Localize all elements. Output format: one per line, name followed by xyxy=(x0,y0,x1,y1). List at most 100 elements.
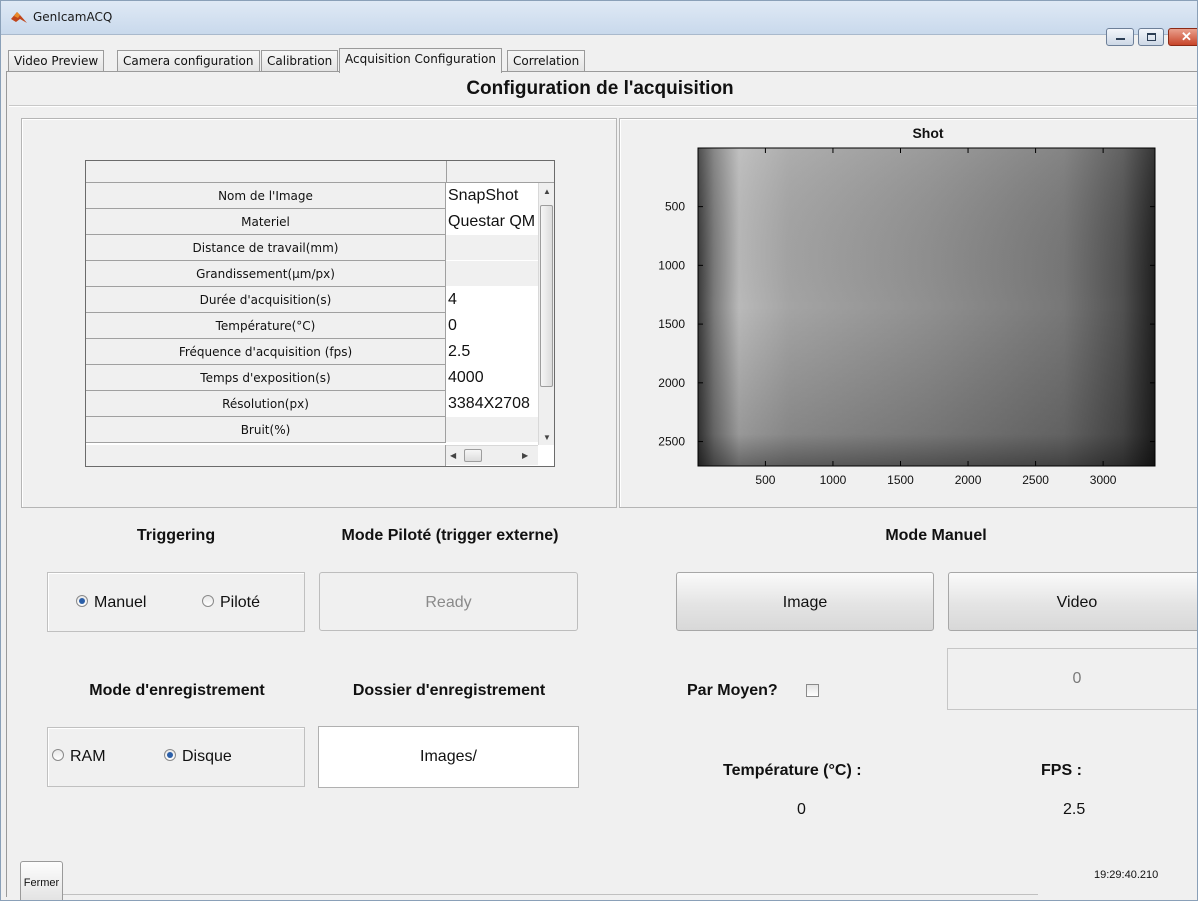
y-tick-label: 2000 xyxy=(658,376,685,390)
param-value[interactable]: 2.5 xyxy=(446,339,538,365)
triggering-title: Triggering xyxy=(136,527,216,544)
radio-manuel[interactable]: Manuel xyxy=(76,594,146,612)
scrollbar-thumb[interactable] xyxy=(540,205,553,387)
maximize-button[interactable] xyxy=(1138,28,1164,46)
table-row[interactable]: Résolution(px) 3384X2708 xyxy=(86,391,538,417)
x-tick-label: 1000 xyxy=(820,473,847,487)
divider xyxy=(63,894,1038,895)
param-value[interactable] xyxy=(446,261,538,287)
param-label: Durée d'acquisition(s) xyxy=(86,287,446,313)
y-tick-label: 1000 xyxy=(658,258,685,272)
video-button[interactable]: Video xyxy=(948,572,1197,631)
triggering-group: Manuel Piloté xyxy=(47,572,305,632)
x-tick-label: 1500 xyxy=(887,473,914,487)
radio-selected-icon xyxy=(164,749,176,761)
param-label: Nom de l'Image xyxy=(86,183,446,209)
scroll-down-icon[interactable]: ▼ xyxy=(543,433,551,442)
recording-mode-title: Mode d'enregistrement xyxy=(89,682,265,699)
table-header xyxy=(86,161,554,183)
param-value[interactable] xyxy=(446,417,538,443)
x-tick-label: 2000 xyxy=(955,473,982,487)
frame-count-field[interactable]: 0 xyxy=(947,648,1197,710)
param-label: Fréquence d'acquisition (fps) xyxy=(86,339,446,365)
param-label: Résolution(px) xyxy=(86,391,446,417)
radio-unselected-icon xyxy=(202,595,214,607)
param-label: Température(°C) xyxy=(86,313,446,339)
par-moyen-checkbox[interactable] xyxy=(806,684,819,697)
y-tick-label: 2500 xyxy=(658,435,685,449)
tab-camera-configuration[interactable]: Camera configuration xyxy=(117,50,260,72)
title-bar: GenIcamACQ xyxy=(1,1,1197,35)
tab-video-preview[interactable]: Video Preview xyxy=(8,50,105,72)
radio-pilote[interactable]: Piloté xyxy=(202,594,260,612)
param-label: Distance de travail(mm) xyxy=(86,235,446,261)
param-value[interactable]: 0 xyxy=(446,313,538,339)
y-tick-label: 1500 xyxy=(658,317,685,331)
folder-input[interactable]: Images/ xyxy=(318,726,579,788)
scroll-right-icon[interactable]: ▶ xyxy=(522,451,528,460)
param-label: Grandissement(µm/px) xyxy=(86,261,446,287)
table-row[interactable]: Distance de travail(mm) xyxy=(86,235,538,261)
table-row[interactable]: Bruit(%) xyxy=(86,417,538,443)
table-row[interactable]: Temps d'exposition(s) 4000 xyxy=(86,365,538,391)
minimize-button[interactable] xyxy=(1106,28,1134,46)
table-footer xyxy=(86,445,446,466)
param-value[interactable]: SnapShot xyxy=(446,183,538,209)
table-row[interactable]: Nom de l'Image SnapShot xyxy=(86,183,538,209)
minimize-icon xyxy=(1116,38,1125,40)
scrollbar-thumb[interactable] xyxy=(464,449,482,462)
tab-calibration[interactable]: Calibration xyxy=(261,50,339,72)
clock-display: 19:29:40.210 xyxy=(1094,869,1159,881)
fps-value: 2.5 xyxy=(1063,801,1086,818)
param-value[interactable]: Questar QM xyxy=(446,209,538,235)
x-tick-label: 500 xyxy=(755,473,775,487)
chart-title: Shot xyxy=(912,125,944,141)
temperature-value: 0 xyxy=(797,801,806,818)
param-value[interactable]: 3384X2708 xyxy=(446,391,538,417)
x-tick-label: 3000 xyxy=(1090,473,1117,487)
x-tick-label: 2500 xyxy=(1022,473,1049,487)
radio-unselected-icon xyxy=(52,749,64,761)
scroll-up-icon[interactable]: ▲ xyxy=(543,187,551,196)
scroll-left-icon[interactable]: ◀ xyxy=(450,451,456,460)
param-value[interactable]: 4 xyxy=(446,287,538,313)
horizontal-scrollbar[interactable]: ◀ ▶ xyxy=(446,445,538,465)
radio-ram[interactable]: RAM xyxy=(52,748,106,766)
fps-label: FPS : xyxy=(1041,762,1082,779)
mode-pilote-title: Mode Piloté (trigger externe) xyxy=(341,527,559,544)
folder-title: Dossier d'enregistrement xyxy=(352,682,546,699)
ready-button[interactable]: Ready xyxy=(319,572,578,631)
matlab-logo-icon xyxy=(11,10,27,24)
temperature-label: Température (°C) : xyxy=(723,762,862,779)
param-label: Materiel xyxy=(86,209,446,235)
divider xyxy=(9,105,1197,107)
mode-manuel-title: Mode Manuel xyxy=(885,527,987,544)
param-value[interactable]: 4000 xyxy=(446,365,538,391)
param-value[interactable] xyxy=(446,235,538,261)
close-window-button[interactable]: ✕ xyxy=(1168,28,1197,46)
vertical-scrollbar[interactable]: ▲ ▼ xyxy=(538,183,554,445)
shot-image-plot: 500 1000 1500 2000 2500 3000 500 1000 1500 2000 25… xyxy=(658,147,1156,487)
image-vignette xyxy=(698,148,1155,466)
page-title: Configuration de l'acquisition xyxy=(466,78,734,99)
window-title: GenIcamACQ xyxy=(33,10,113,24)
radio-selected-icon xyxy=(76,595,88,607)
table-row[interactable]: Durée d'acquisition(s) 4 xyxy=(86,287,538,313)
table-row[interactable]: Fréquence d'acquisition (fps) 2.5 xyxy=(86,339,538,365)
close-button[interactable]: Fermer xyxy=(20,861,63,900)
table-row[interactable]: Température(°C) 0 xyxy=(86,313,538,339)
maximize-icon xyxy=(1147,33,1156,41)
parameters-table[interactable]: Nom de l'Image SnapShot Materiel Questar QM… xyxy=(85,160,555,467)
close-icon: ✕ xyxy=(1181,29,1192,44)
image-button[interactable]: Image xyxy=(676,572,934,631)
table-row[interactable]: Grandissement(µm/px) xyxy=(86,261,538,287)
radio-disque[interactable]: Disque xyxy=(164,748,232,766)
tab-correlation[interactable]: Correlation xyxy=(507,50,586,72)
param-label: Bruit(%) xyxy=(86,417,446,443)
par-moyen-label: Par Moyen? xyxy=(687,682,778,699)
param-label: Temps d'exposition(s) xyxy=(86,365,446,391)
tab-acquisition-configuration[interactable]: Acquisition Configuration xyxy=(339,48,502,73)
app-window: GenIcamACQ ✕ Video Preview Camera config… xyxy=(0,0,1198,901)
y-tick-label: 500 xyxy=(665,200,685,214)
table-row[interactable]: Materiel Questar QM xyxy=(86,209,538,235)
